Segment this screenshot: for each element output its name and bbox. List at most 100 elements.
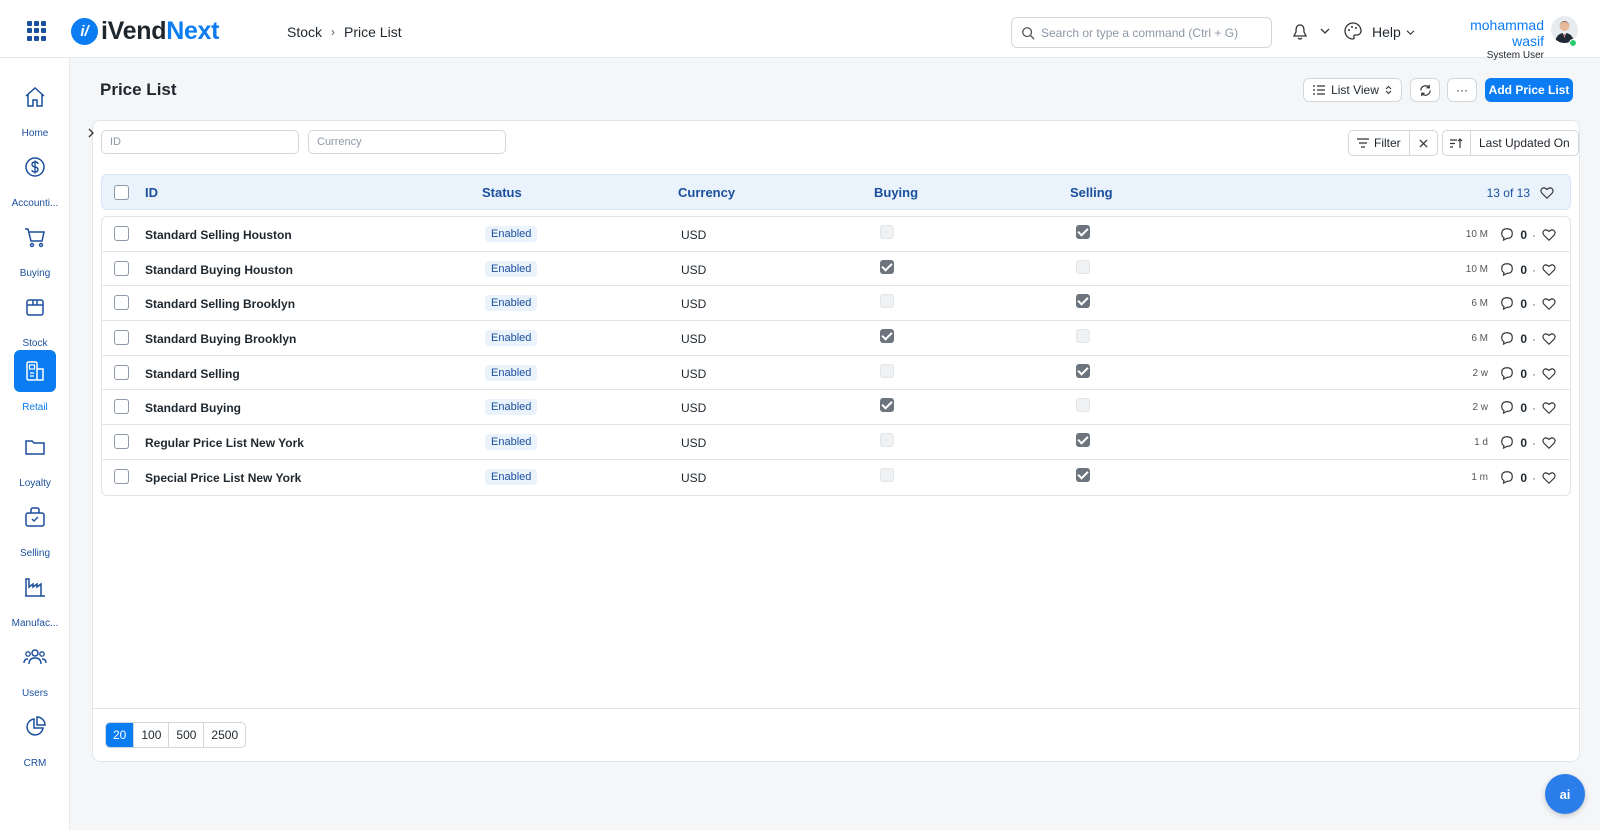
user-info[interactable]: mohammad wasif System User (1436, 17, 1544, 62)
row-checkbox[interactable] (114, 260, 129, 276)
row-id-link[interactable]: Standard Selling Brooklyn (145, 297, 295, 311)
id-filter-input[interactable]: ID (101, 130, 299, 154)
help-label: Help (1372, 24, 1401, 40)
select-all-checkbox[interactable] (114, 185, 129, 200)
modified-time: 2 w (1472, 367, 1488, 379)
heart-icon[interactable] (1542, 436, 1556, 450)
row-checkbox[interactable] (114, 364, 129, 380)
table-row[interactable]: Standard Buying Brooklyn Enabled USD 6 M 0 · (102, 321, 1570, 356)
heart-icon[interactable] (1542, 471, 1556, 485)
row-checkbox[interactable] (114, 330, 129, 346)
selling-checkbox (1076, 329, 1090, 344)
selling-checkbox (1076, 225, 1090, 239)
table-row[interactable]: Regular Price List New York Enabled USD 1 d… (102, 425, 1570, 460)
page-size-option[interactable]: 20 (106, 723, 135, 747)
row-checkbox[interactable] (114, 468, 129, 484)
table-row[interactable]: Standard Buying Enabled USD 2 w 0 · (102, 390, 1570, 426)
heart-icon[interactable] (1540, 186, 1554, 200)
sidebar-item-stock[interactable]: Stock (0, 286, 70, 356)
comment-icon[interactable] (1500, 262, 1514, 276)
row-checkbox[interactable] (114, 295, 129, 311)
breadcrumb-price-list[interactable]: Price List (344, 24, 402, 40)
comment-icon[interactable] (1500, 366, 1514, 380)
modified-time: 1 m (1471, 471, 1488, 483)
column-header-selling[interactable]: Selling (1070, 185, 1113, 200)
sidebar-item-selling[interactable]: Selling (0, 496, 70, 566)
heart-icon[interactable] (1542, 297, 1556, 311)
separator-dot: · (1532, 366, 1536, 381)
sidebar-item-manufacturing[interactable]: Manufac... (0, 566, 70, 636)
table-row[interactable]: Standard Selling Houston Enabled USD 10 M 0 · (102, 217, 1570, 252)
sidebar-item-buying[interactable]: Buying (0, 216, 70, 286)
modified-time: 10 M (1465, 263, 1488, 275)
list-view-button[interactable]: List View (1303, 78, 1402, 102)
sidebar-item-accounting[interactable]: Accounti... (0, 146, 70, 216)
filter-button[interactable]: Filter (1349, 131, 1410, 155)
row-id-link[interactable]: Standard Buying (145, 401, 241, 415)
status-badge: Enabled (485, 260, 538, 277)
sidebar-item-home[interactable]: Home (0, 76, 70, 146)
comment-icon[interactable] (1500, 470, 1514, 484)
sort-order-button[interactable] (1443, 131, 1471, 155)
page-title: Price List (100, 80, 177, 99)
help-menu[interactable]: Help (1372, 24, 1415, 40)
table-row[interactable]: Standard Selling Brooklyn Enabled USD 6 M 0 · (102, 286, 1570, 322)
sidebar-item-users[interactable]: Users (0, 636, 70, 706)
row-id-link[interactable]: Standard Buying Brooklyn (145, 332, 296, 346)
page-size-option[interactable]: 500 (169, 723, 205, 747)
search-placeholder: Search or type a command (Ctrl + G) (1041, 25, 1239, 40)
clear-filter-button[interactable] (1410, 131, 1437, 155)
sidebar-item-loyalty[interactable]: Loyalty (0, 426, 70, 496)
separator-dot: · (1532, 401, 1536, 416)
currency-filter-input[interactable]: Currency (308, 130, 506, 154)
row-id-link[interactable]: Special Price List New York (145, 471, 301, 485)
comment-icon[interactable] (1500, 400, 1514, 415)
heart-icon[interactable] (1542, 332, 1556, 346)
modified-time: 1 d (1474, 437, 1488, 449)
modified-time: 6 M (1471, 298, 1488, 310)
row-checkbox[interactable] (114, 434, 129, 450)
users-icon (23, 649, 47, 665)
comment-icon[interactable] (1500, 435, 1514, 450)
sort-field-button[interactable]: Last Updated On (1471, 136, 1578, 150)
refresh-button[interactable] (1410, 78, 1440, 102)
heart-icon[interactable] (1542, 228, 1556, 242)
chevron-right-icon[interactable] (85, 127, 97, 139)
table-row[interactable]: Special Price List New York Enabled USD 1 m… (102, 460, 1570, 495)
ai-assistant-button[interactable]: ai (1545, 774, 1585, 814)
page-size-option[interactable]: 2500 (204, 723, 245, 747)
heart-icon[interactable] (1542, 367, 1556, 381)
page-size-option[interactable]: 100 (134, 723, 170, 747)
row-id-link[interactable]: Standard Buying Houston (145, 263, 293, 277)
row-checkbox[interactable] (114, 399, 129, 415)
sidebar-item-crm[interactable]: CRM (0, 706, 70, 776)
app-logo[interactable]: i/ iVendNext (71, 17, 219, 46)
column-header-currency[interactable]: Currency (678, 185, 735, 200)
row-checkbox[interactable] (114, 226, 129, 241)
comment-icon[interactable] (1500, 296, 1514, 311)
dollar-icon (25, 157, 45, 177)
bell-icon[interactable] (1292, 23, 1308, 41)
palette-icon[interactable] (1344, 22, 1362, 40)
table-row[interactable]: Standard Buying Houston Enabled USD 10 M 0 · (102, 252, 1570, 287)
breadcrumb-stock[interactable]: Stock (287, 24, 322, 40)
row-id-link[interactable]: Standard Selling (145, 367, 240, 381)
more-actions-button[interactable]: ··· (1447, 78, 1477, 102)
app-grid-icon[interactable] (27, 21, 47, 41)
row-id-link[interactable]: Regular Price List New York (145, 436, 304, 450)
column-header-buying[interactable]: Buying (874, 185, 918, 200)
table-row[interactable]: Standard Selling Enabled USD 2 w 0 · (102, 356, 1570, 391)
search-input[interactable]: Search or type a command (Ctrl + G) (1011, 17, 1272, 48)
heart-icon[interactable] (1542, 401, 1556, 415)
comment-icon[interactable] (1500, 227, 1514, 242)
comment-count: 0 (1520, 297, 1527, 312)
add-price-list-button[interactable]: Add Price List (1485, 78, 1573, 102)
chevron-down-icon[interactable] (1320, 27, 1330, 35)
row-id-link[interactable]: Standard Selling Houston (145, 228, 292, 242)
comment-icon[interactable] (1500, 331, 1514, 346)
heart-icon[interactable] (1542, 263, 1556, 277)
sidebar-item-retail[interactable]: Retail (0, 350, 70, 420)
column-header-status[interactable]: Status (482, 185, 522, 200)
divider (93, 708, 1579, 709)
column-header-id[interactable]: ID (145, 185, 158, 200)
